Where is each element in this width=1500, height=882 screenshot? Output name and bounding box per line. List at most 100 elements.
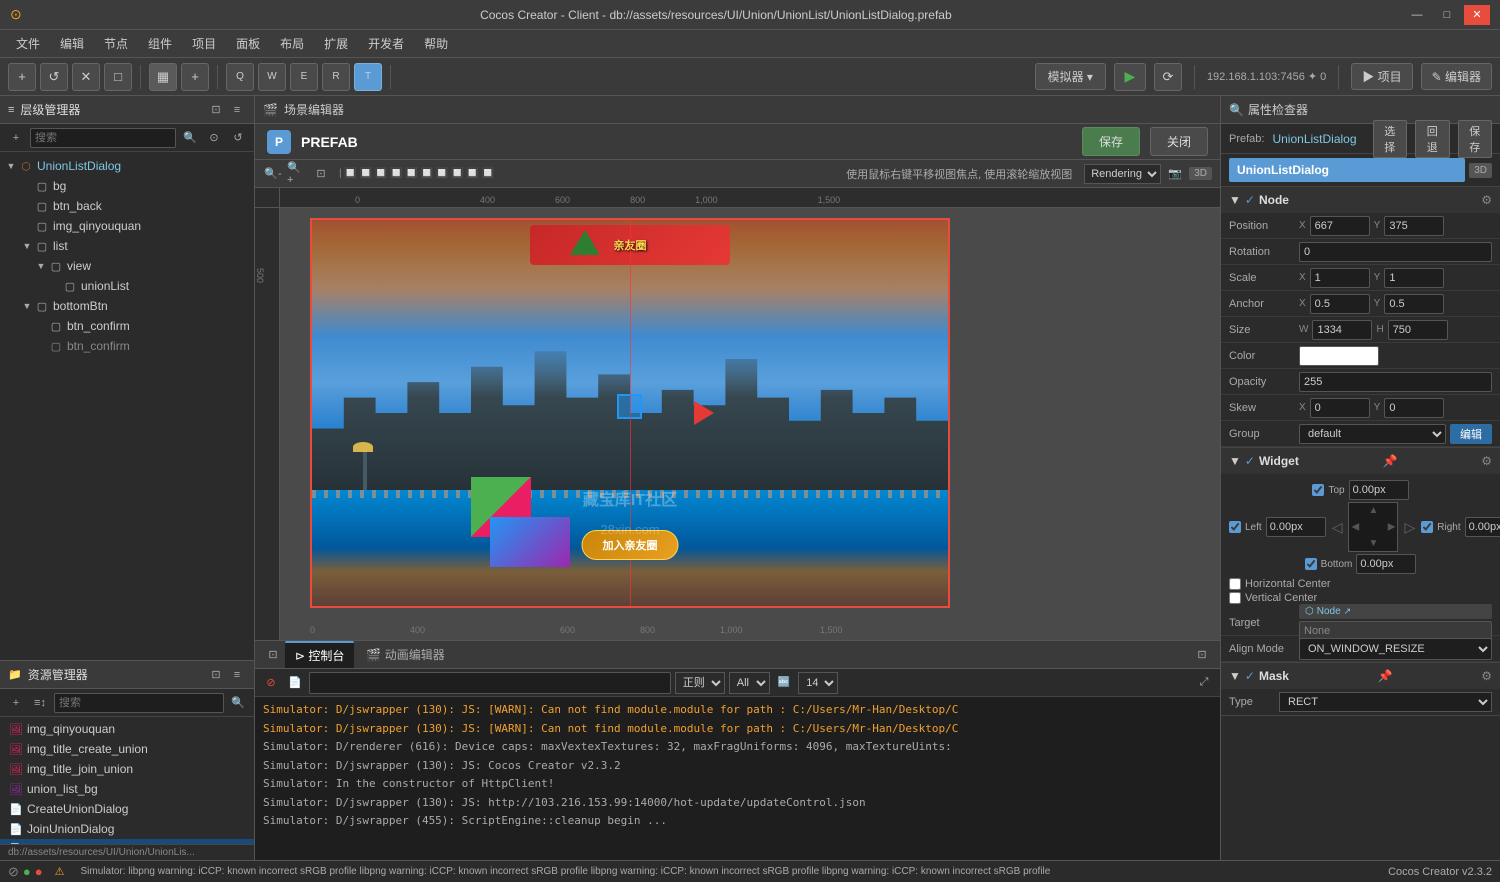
widget-bottom-checkbox[interactable] <box>1305 558 1317 570</box>
asset-panel-btn2[interactable]: ≡ <box>228 666 246 684</box>
asset-item-img-title-create[interactable]: 🖼 img_title_create_union <box>0 739 254 759</box>
prefab-close-button[interactable]: 关闭 <box>1150 127 1208 156</box>
mask-type-select[interactable]: RECT <box>1279 692 1492 712</box>
widget-section-header[interactable]: ▼ ✓ Widget 📌 ⚙ <box>1221 448 1500 474</box>
menu-file[interactable]: 文件 <box>8 32 48 55</box>
toolbar-rect-btn[interactable]: □ <box>104 63 132 91</box>
layer-add-btn[interactable]: + <box>6 128 26 148</box>
tree-item-unionlist[interactable]: ▢ unionList <box>0 276 254 296</box>
play-button[interactable]: ▶ <box>1114 63 1146 91</box>
menu-layout[interactable]: 布局 <box>272 32 312 55</box>
menu-panel[interactable]: 面板 <box>228 32 268 55</box>
widget-right-checkbox[interactable] <box>1421 521 1433 533</box>
widget-left-input[interactable] <box>1266 517 1326 537</box>
asset-search-btn[interactable]: 🔍 <box>228 693 248 713</box>
menu-edit[interactable]: 编辑 <box>52 32 92 55</box>
toolbar-chart-btn[interactable]: ▦ <box>149 63 177 91</box>
console-maximize-btn[interactable]: ⤢ <box>1194 673 1214 693</box>
prefab-save-button[interactable]: 保存 <box>1082 127 1140 156</box>
rotation-input[interactable] <box>1299 242 1492 262</box>
layer-panel-btn2[interactable]: ≡ <box>228 101 246 119</box>
toolbar-tool4[interactable]: R <box>322 63 350 91</box>
asset-item-create-union[interactable]: 📄 CreateUnionDialog <box>0 799 254 819</box>
scale-x-input[interactable] <box>1310 268 1370 288</box>
target-node-link[interactable]: ⬡ Node ↗ <box>1299 604 1492 619</box>
menu-node[interactable]: 节点 <box>96 32 136 55</box>
widget-left-checkbox[interactable] <box>1229 521 1241 533</box>
widget-arrow-left-icon[interactable]: ◁ <box>1332 519 1343 536</box>
mask-section-gear-icon[interactable]: ⚙ <box>1481 669 1492 683</box>
minimize-button[interactable]: — <box>1404 5 1430 25</box>
layer-search-icon[interactable]: 🔍 <box>180 128 200 148</box>
asset-panel-btn1[interactable]: ⊡ <box>207 666 225 684</box>
scene-zoom-out-btn[interactable]: 🔍- <box>263 164 283 184</box>
layer-search-input[interactable] <box>35 132 171 144</box>
skew-y-input[interactable] <box>1384 398 1444 418</box>
widget-section-gear-icon[interactable]: ⚙ <box>1481 454 1492 468</box>
color-picker[interactable] <box>1299 346 1379 366</box>
layer-btn3[interactable]: ↺ <box>228 128 248 148</box>
scene-fit-btn[interactable]: ⊡ <box>311 164 331 184</box>
size-h-input[interactable] <box>1388 320 1448 340</box>
toolbar-stop-btn[interactable]: ✕ <box>72 63 100 91</box>
scene-camera-btn[interactable]: 📷 <box>1165 164 1185 184</box>
asset-item-img-title-join[interactable]: 🖼 img_title_join_union <box>0 759 254 779</box>
scale-y-input[interactable] <box>1384 268 1444 288</box>
toolbar-tool5[interactable]: T <box>354 63 382 91</box>
toolbar-tool1[interactable]: Q <box>226 63 254 91</box>
prefab-save-props-button[interactable]: 保存 <box>1458 120 1493 158</box>
widget-arrow-right-icon[interactable]: ▷ <box>1404 519 1415 536</box>
console-clear-btn[interactable]: ⊘ <box>261 673 281 693</box>
widget-top-input[interactable] <box>1349 480 1409 500</box>
editor-button[interactable]: ✎ 编辑器 <box>1421 63 1492 90</box>
project-button[interactable]: ▶ 项目 <box>1351 63 1412 90</box>
menu-component[interactable]: 组件 <box>140 32 180 55</box>
menu-project[interactable]: 项目 <box>184 32 224 55</box>
group-edit-button[interactable]: 编辑 <box>1450 424 1492 444</box>
group-select[interactable]: default <box>1299 424 1446 444</box>
node-name-input[interactable] <box>1229 158 1465 182</box>
console-file-btn[interactable]: 📄 <box>285 673 305 693</box>
node-section-gear-icon[interactable]: ⚙ <box>1481 193 1492 207</box>
mask-section-pin-icon[interactable]: 📌 <box>1378 669 1393 683</box>
tree-item-bg[interactable]: ▢ bg <box>0 176 254 196</box>
menu-help[interactable]: 帮助 <box>416 32 456 55</box>
widget-right-input[interactable] <box>1465 517 1500 537</box>
toolbar-tool3[interactable]: E <box>290 63 318 91</box>
skew-x-input[interactable] <box>1310 398 1370 418</box>
widget-bottom-input[interactable] <box>1356 554 1416 574</box>
maximize-button[interactable]: □ <box>1434 5 1460 25</box>
toolbar-add-btn[interactable]: + <box>8 63 36 91</box>
widget-hcenter-checkbox[interactable] <box>1229 578 1241 590</box>
console-fontsize-select[interactable]: 14 <box>798 672 838 694</box>
size-w-input[interactable] <box>1312 320 1372 340</box>
close-button[interactable]: ✕ <box>1464 5 1490 25</box>
widget-top-checkbox[interactable] <box>1312 484 1324 496</box>
console-resize-btn[interactable]: ⊡ <box>263 645 283 665</box>
console-filter-input[interactable] <box>309 672 671 694</box>
console-expand-btn[interactable]: ⊡ <box>1192 645 1212 665</box>
asset-item-union-list-bg[interactable]: 🖼 union_list_bg <box>0 779 254 799</box>
scene-zoom-in-btn[interactable]: 🔍+ <box>287 164 307 184</box>
anchor-y-input[interactable] <box>1384 294 1444 314</box>
tree-item-root[interactable]: ▼ ⬡ UnionListDialog <box>0 156 254 176</box>
menu-developer[interactable]: 开发者 <box>360 32 412 55</box>
console-regex-select[interactable]: 正则 <box>675 672 725 694</box>
tree-item-bottombtn[interactable]: ▼ ▢ bottomBtn <box>0 296 254 316</box>
asset-item-img-qinyouquan[interactable]: 🖼 img_qinyouquan <box>0 719 254 739</box>
tree-item-img-qinyouquan[interactable]: ▢ img_qinyouquan <box>0 216 254 236</box>
console-tab-main[interactable]: ⊳ 控制台 <box>285 641 354 668</box>
toolbar-tool2[interactable]: W <box>258 63 286 91</box>
anchor-x-input[interactable] <box>1310 294 1370 314</box>
menu-extend[interactable]: 扩展 <box>316 32 356 55</box>
console-level-select[interactable]: All <box>729 672 770 694</box>
simulator-button[interactable]: 模拟器 ▾ <box>1035 63 1106 90</box>
layer-panel-btn1[interactable]: ⊡ <box>207 101 225 119</box>
scene-viewport[interactable]: 亲友圈 <box>280 208 1220 640</box>
tree-item-list[interactable]: ▼ ▢ list <box>0 236 254 256</box>
asset-item-join-union[interactable]: 📄 JoinUnionDialog <box>0 819 254 839</box>
align-mode-select[interactable]: ON_WINDOW_RESIZE <box>1299 638 1492 660</box>
widget-section-pin-icon[interactable]: 📌 <box>1383 454 1398 468</box>
rendering-select[interactable]: Rendering <box>1084 164 1161 184</box>
pause-button[interactable]: ⟳ <box>1154 63 1182 91</box>
